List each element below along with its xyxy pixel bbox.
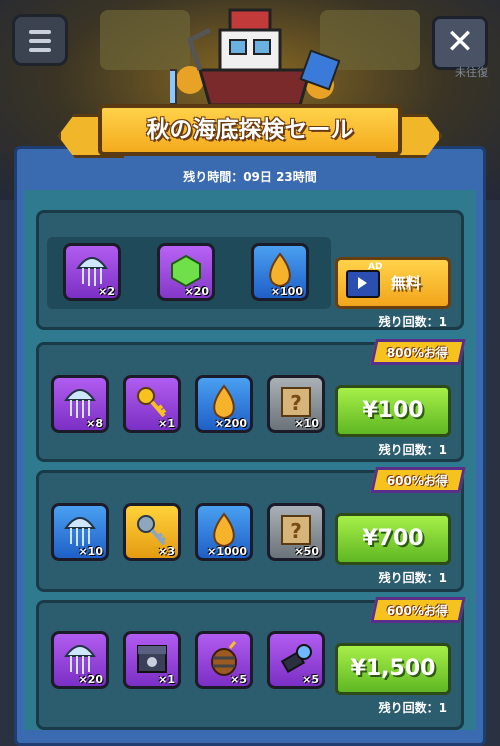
key-icon: ×3	[123, 503, 181, 561]
sale-pack: ×2 ×20 ×100 AD 無料 残り回数：1	[36, 210, 464, 330]
buy-button[interactable]: ¥700	[335, 513, 451, 565]
jellyfish-icon: ×10	[51, 503, 109, 561]
jellyfish-icon: ×8	[51, 375, 109, 433]
watch-ad-free-button[interactable]: AD 無料	[335, 257, 451, 309]
flashlight-icon: ×5	[267, 631, 325, 689]
remaining-count: 残り回数：1	[378, 701, 447, 715]
sale-pack: 600%お得 ×20 ×1 ×5 ×5 ¥1,500 残り回数：1	[36, 597, 466, 730]
remaining-count: 残り回数：1	[378, 315, 447, 329]
value-badge: 600%お得	[370, 597, 466, 623]
fuel-drop-icon: ×1000	[195, 503, 253, 561]
mystery-map-icon: ? ×10	[267, 375, 325, 433]
jellyfish-icon: ×20	[51, 631, 109, 689]
fuel-drop-icon: ×100	[251, 243, 309, 301]
svg-text:?: ?	[290, 519, 302, 543]
remaining-time: 残り時間：09日 23時間	[183, 170, 317, 184]
value-badge: 800%お得	[370, 339, 466, 365]
close-button[interactable]: ✕	[432, 16, 488, 70]
list-icon	[29, 30, 51, 57]
menu-button[interactable]	[12, 14, 68, 66]
sale-pack: 800%お得 ×8 ×1 ×200 ? ×10 ¥100 残り回数：1	[36, 339, 466, 462]
buy-button[interactable]: ¥1,500	[335, 643, 451, 695]
svg-text:?: ?	[290, 391, 302, 415]
buy-button[interactable]: ¥100	[335, 385, 451, 437]
chest-icon: ×1	[123, 631, 181, 689]
ship-icon	[170, 8, 340, 107]
title-banner: 秋の海底探検セール	[58, 100, 442, 162]
bomb-barrel-icon: ×5	[195, 631, 253, 689]
background-label: 未往復	[455, 66, 488, 79]
remaining-count: 残り回数：1	[378, 443, 447, 457]
key-icon: ×1	[123, 375, 181, 433]
fuel-drop-icon: ×200	[195, 375, 253, 433]
sale-pack: 600%お得 ×10 ×3 ×1000 ? ×50 ¥700 残り回数：1	[36, 467, 466, 592]
remaining-count: 残り回数：1	[378, 571, 447, 585]
value-badge: 600%お得	[370, 467, 466, 493]
page-title: 秋の海底探検セール	[98, 104, 402, 156]
mystery-map-icon: ? ×50	[267, 503, 325, 561]
jellyfish-icon: ×2	[63, 243, 121, 301]
green-gem-icon: ×20	[157, 243, 215, 301]
